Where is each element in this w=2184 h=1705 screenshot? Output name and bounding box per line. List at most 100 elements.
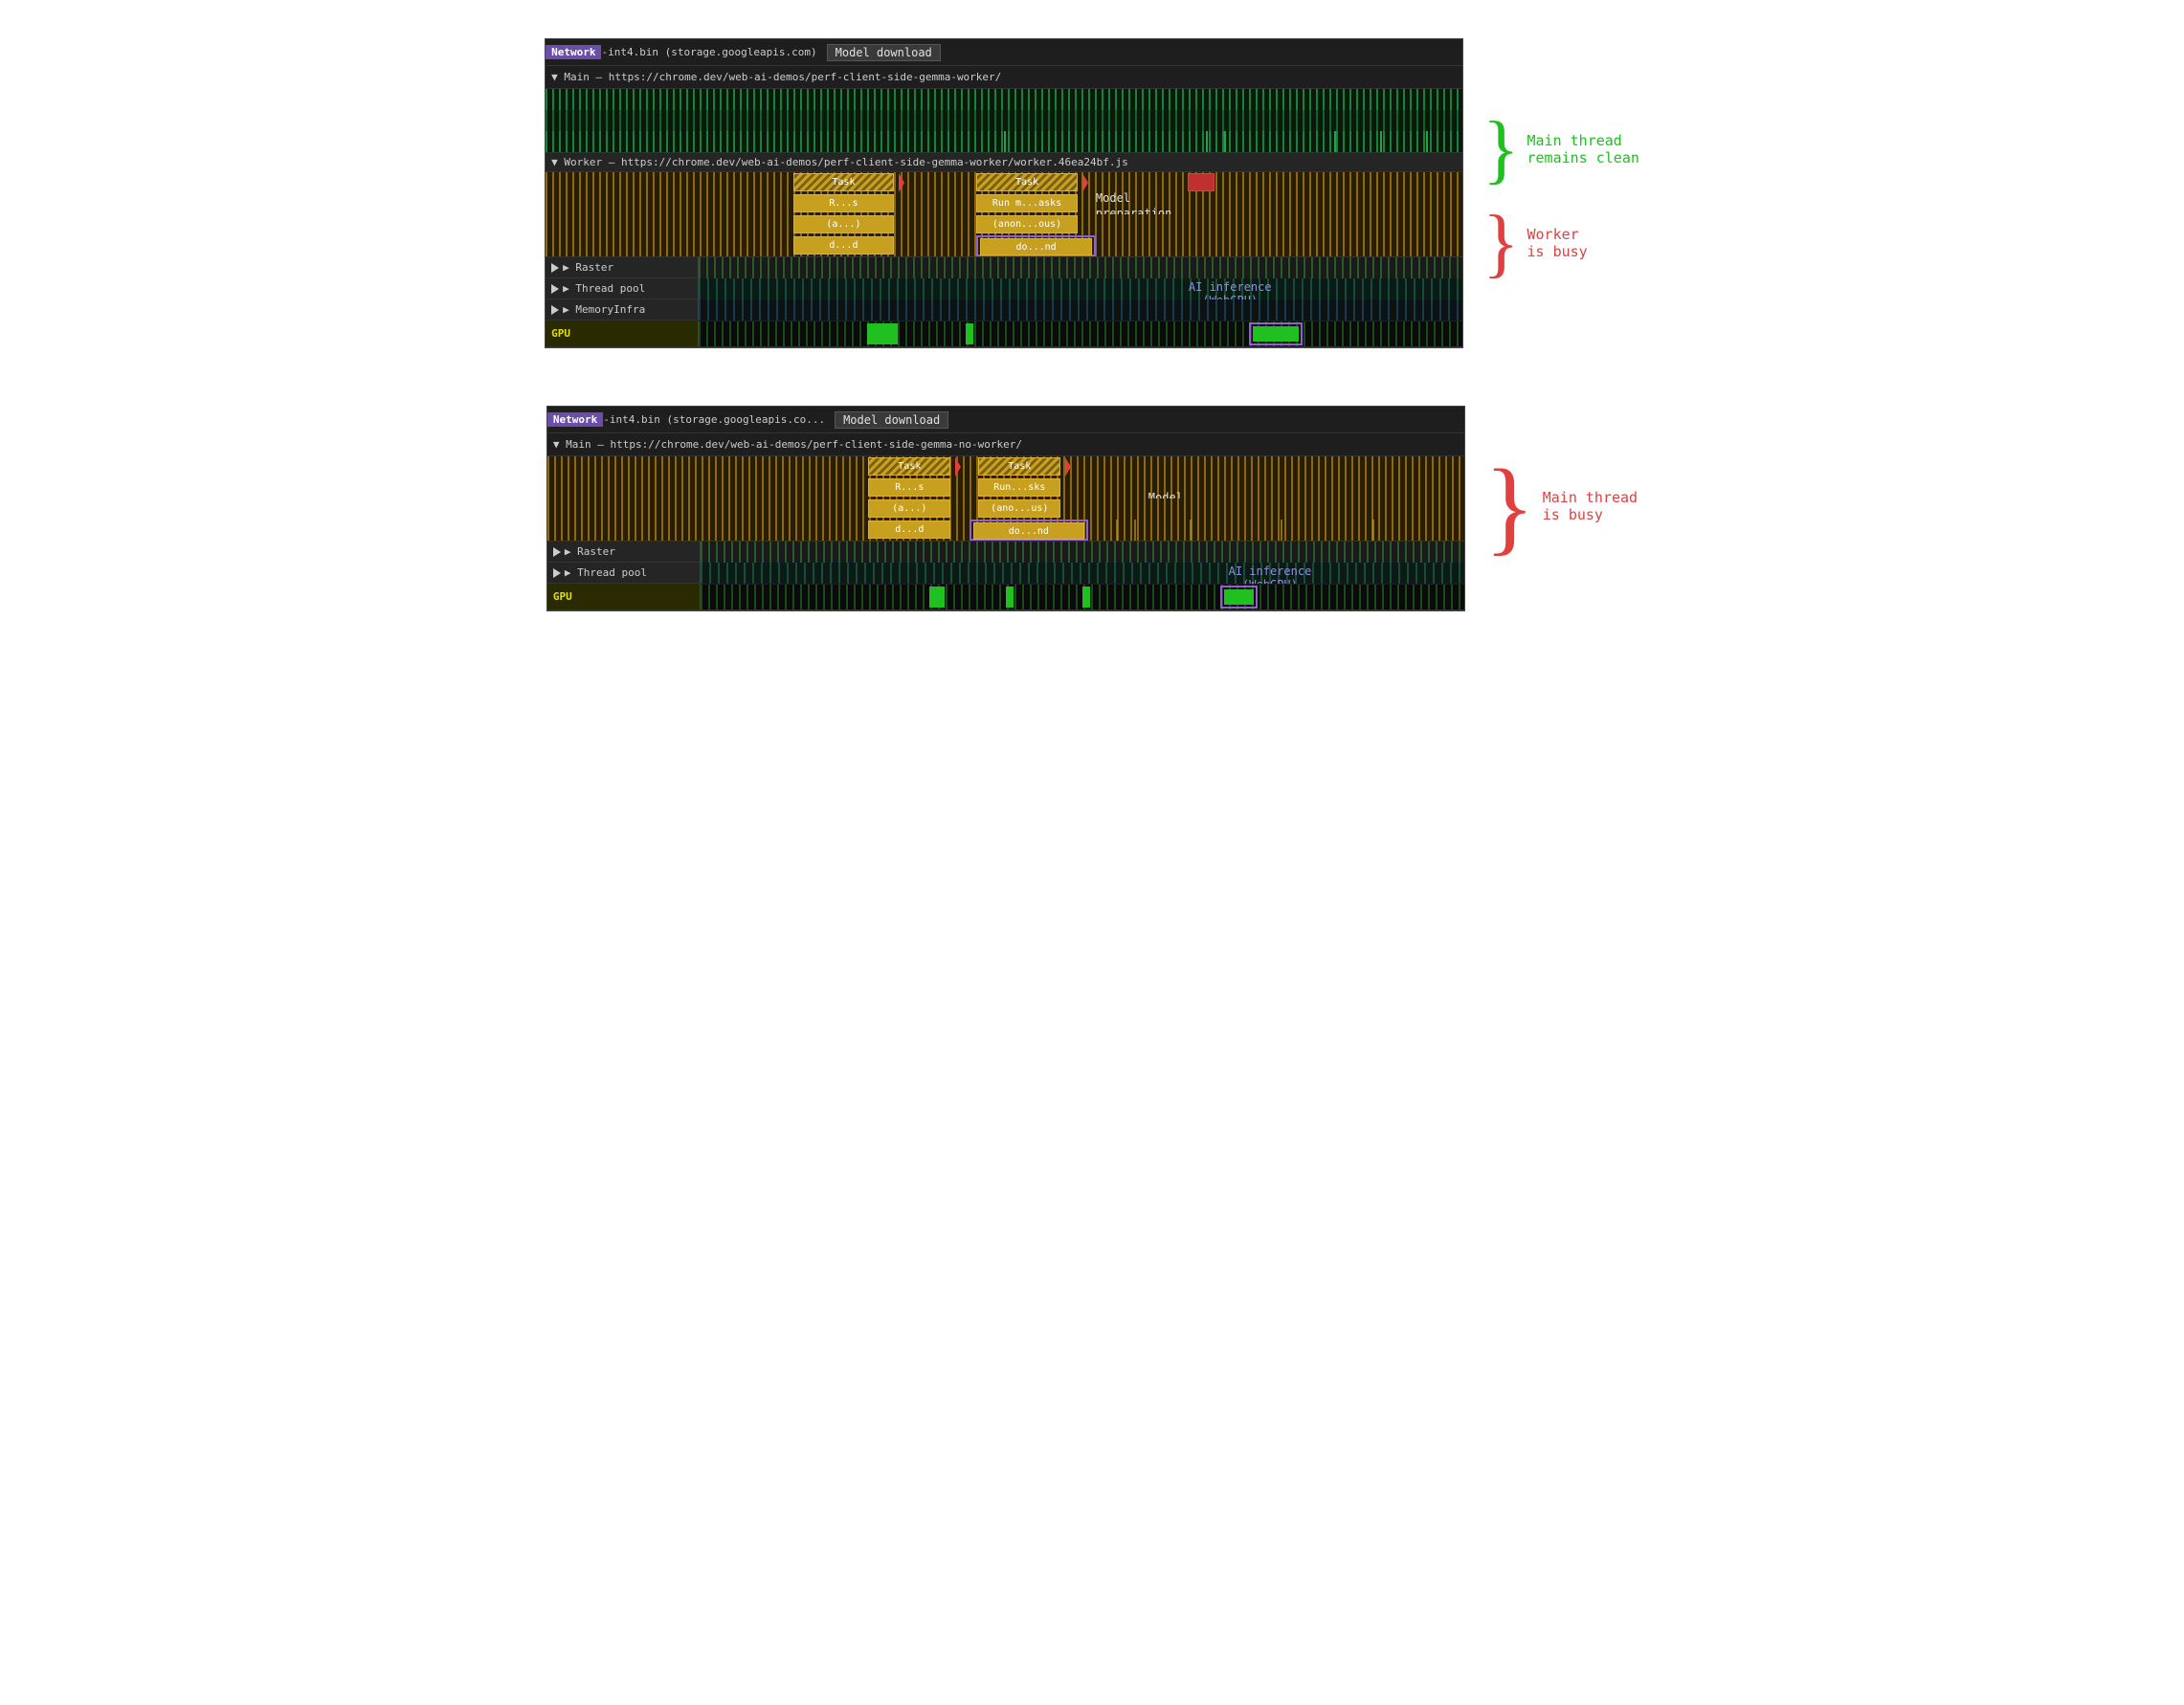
main-arrow-1 [955,457,961,476]
raster-triangle-2 [553,547,561,557]
gpu-green-inner-1 [1253,326,1299,342]
main-busy-track-1: Task Task [547,456,1464,477]
thread-pool-label-2: ▶ Thread pool [547,563,701,583]
task-block-1b: Task [976,173,1077,191]
worker-track-3: (a...) (anon...ous) [546,214,1462,235]
network-file-2: -int4.bin (storage.googleapis.co... [603,413,825,426]
gpu-label-1: GPU [546,321,699,346]
brace-red-1: } [1482,205,1519,281]
annotations-1: } Main thread remains clean } Worker is … [1482,38,1639,281]
gpu-content-1 [699,321,1462,346]
main-busy-track-4: d...d do...nd [547,520,1464,541]
ai-inference-label-1: AI inference (WebGPU) [1189,280,1272,299]
gpu-label-2: GPU [547,584,701,609]
main-purple-outline: do...nd [969,520,1089,541]
annotation-main-clean: } Main thread remains clean [1482,111,1639,188]
worker-track-2: R...s Run m...asks Model preparation [546,193,1462,214]
thread-pool-content-1: AI inference (WebGPU) [699,278,1462,299]
annotation-worker-busy: } Worker is busy [1482,205,1639,281]
main-header-label-1: ▼ Main — https://chrome.dev/web-ai-demos… [551,71,1001,83]
main-task-1b: Task [978,457,1060,476]
model-download-badge-1: Model download [827,44,941,61]
vert-bar-1 [1116,520,1118,541]
raster-row-2: ▶ Raster [547,542,1464,563]
ai-inference-label-2: AI inference (WebGPU) [1229,565,1312,584]
main-busy-track-3: (a...) (ano...us) [547,498,1464,520]
main-runsks-block: Run...sks [978,478,1060,497]
memory-infra-row-1: ▶ MemoryInfra [546,299,1462,321]
diagram2: Network -int4.bin (storage.googleapis.co… [546,406,1638,611]
vert-bar-4 [1281,520,1282,541]
annotation-main-busy: } Main thread is busy [1484,454,1638,559]
profiler-panel-1: Network -int4.bin (storage.googleapis.co… [545,38,1463,348]
diagram1: Network -int4.bin (storage.googleapis.co… [545,38,1639,348]
worker-track-4: d...d do...nd [546,235,1462,256]
raster-label-1: ▶ Raster [546,257,699,277]
main-track-3 [546,131,1462,152]
worker-track-1: Task Task [546,172,1462,193]
gpu-row-2: GPU [547,584,1464,610]
main-a-block: (a...) [868,499,950,518]
brace-green-1: } [1482,111,1519,188]
gpu-green-inner-2 [1224,589,1255,605]
task-red-1 [1188,173,1215,191]
main-anous-block: (ano...us) [978,499,1060,518]
network-row-1: Network -int4.bin (storage.googleapis.co… [546,39,1462,66]
gpu-green-2b [1006,587,1014,608]
task-block-runmasks: Run m...asks [976,194,1077,212]
gpu-purple-1 [1249,322,1303,345]
raster-content-1 [699,257,1462,278]
thread-pool-label-1: ▶ Thread pool [546,278,699,299]
task-arrow-1 [899,173,904,192]
vert-bar-2 [1134,520,1136,541]
memory-infra-content-1 [699,299,1462,321]
main-thread-section-1 [546,89,1462,153]
main-task-1a: Task [868,457,950,476]
brace-red-2: } [1484,454,1535,559]
task-arrow-2 [1082,173,1088,192]
annotation-text-busy: Worker is busy [1527,226,1588,260]
main-busy-track-2: R...s Run...sks Model preparation [547,477,1464,498]
main-header-1: ▼ Main — https://chrome.dev/web-ai-demos… [546,66,1462,89]
worker-header-label-1: ▼ Worker — https://chrome.dev/web-ai-dem… [551,156,1128,168]
gpu-row-1: GPU [546,321,1462,347]
annotation-text-mainbusy: Main thread is busy [1543,489,1638,523]
gpu-purple-2 [1220,586,1259,609]
annotations-2: } Main thread is busy [1484,406,1638,559]
annotation-text-clean: Main thread remains clean [1527,132,1639,166]
gpu-green-1 [867,323,898,344]
main-track-2 [546,110,1462,131]
task-block-anon: (anon...ous) [976,215,1077,233]
vert-bar-5 [1372,520,1374,541]
main-track-1 [546,89,1462,110]
thread-pool-row-1: ▶ Thread pool AI inference (WebGPU) [546,278,1462,299]
main-thread-section-2: Task Task R...s Run...sks Model prepara [547,456,1464,542]
gpu-green-2c [1082,587,1090,608]
task-block-1a: Task [793,173,894,191]
raster-row-1: ▶ Raster [546,257,1462,278]
gpu-content-2 [701,585,1464,609]
task-block-dond: do...nd [980,238,1092,255]
gpu-green-2 [966,323,973,344]
raster-triangle-1 [551,263,559,273]
task-block-a: (a...) [793,215,894,233]
thread-pool-triangle-1 [551,284,559,294]
main-rs-block: R...s [868,478,950,497]
raster-label-2: ▶ Raster [547,542,701,562]
vert-bar-3 [1190,520,1192,541]
worker-section-1: Task Task R...s Run m...asks [546,172,1462,257]
network-file-1: -int4.bin (storage.googleapis.com) [601,46,816,58]
model-download-badge-2: Model download [835,411,948,429]
main-header-2: ▼ Main — https://chrome.dev/web-ai-demos… [547,433,1464,456]
network-badge-2: Network [547,412,603,427]
main-header-label-2: ▼ Main — https://chrome.dev/web-ai-demos… [553,438,1022,451]
thread-pool-triangle-2 [553,568,561,578]
memory-infra-label-1: ▶ MemoryInfra [546,299,699,320]
task-purple-outline-1: do...nd [976,235,1096,256]
raster-content-2 [701,542,1464,563]
main-dond-block: do...nd [973,522,1085,540]
network-row-2: Network -int4.bin (storage.googleapis.co… [547,407,1464,433]
memory-infra-triangle-1 [551,305,559,315]
task-block-dd: d...d [793,236,894,255]
main-arrow-2 [1065,457,1071,476]
